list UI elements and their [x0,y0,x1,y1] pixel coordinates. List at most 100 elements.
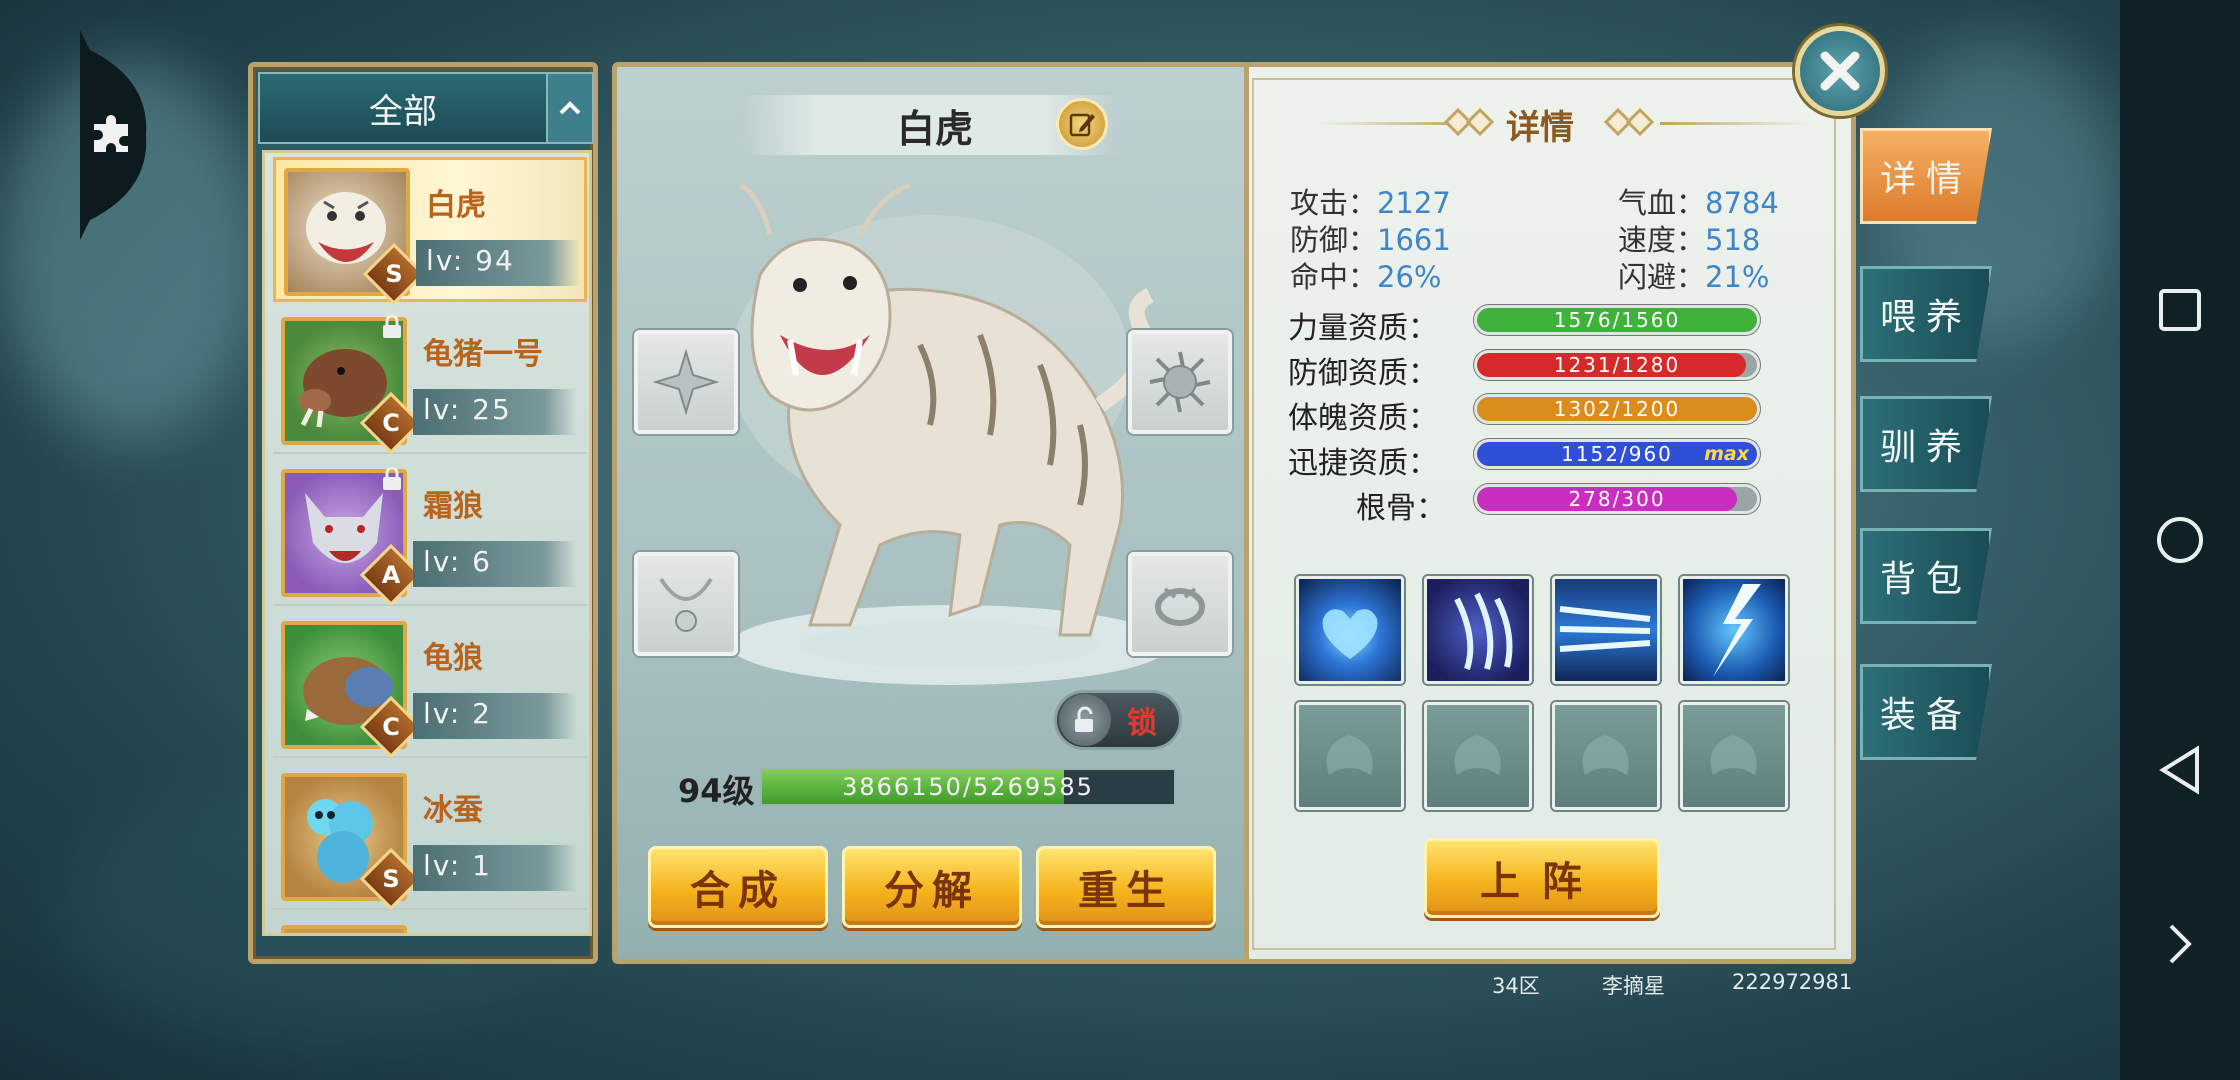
pet-level: lv: 2 [423,697,492,730]
pet-avatar [281,925,407,933]
aptitude-bar: 278/300 [1474,484,1760,514]
aptitude-label: 迅捷资质： [1288,446,1438,481]
lock-toggle[interactable]: 锁 [1054,690,1182,750]
stat-defense: 防御：1661 [1290,223,1451,257]
expand-button[interactable] [2120,904,2240,984]
skill-slot-empty[interactable] [1680,702,1788,810]
rename-button[interactable] [1056,98,1108,150]
filter-label: 全部 [369,91,437,132]
decompose-button[interactable]: 分解 [842,846,1022,928]
equip-slot-armor[interactable] [1128,330,1232,434]
aptitude-bar: 1302/1200 [1474,394,1760,424]
equip-slot-necklace[interactable] [634,552,738,656]
pet-list-item[interactable]: S 冰蚕 lv: 1 [273,765,587,911]
max-tag: max [1704,443,1749,465]
title-ornament [1660,122,1810,125]
pet-list-item[interactable]: A 霜狼 lv: 6 [273,461,587,607]
tab-details[interactable]: 详情 [1860,128,1992,224]
pet-name: 龟猪一号 [423,337,543,372]
tab-tame[interactable]: 驯养 [1860,396,1992,492]
empty-slot-emblem-icon [1710,735,1757,775]
aptitude-bar: 1231/1280 [1474,350,1760,380]
bracelet-icon [1155,587,1205,626]
close-button[interactable] [1795,26,1885,116]
pet-list-item[interactable]: C 龟猪一号 lv: 25 [273,309,587,455]
equip-slot-ring[interactable] [1128,552,1232,656]
rebirth-button[interactable]: 重生 [1036,846,1216,928]
exp-bar: 3866150/5269585 [760,768,1176,806]
aptitude-label: 体魄资质： [1288,401,1438,436]
skill-slot-empty[interactable] [1296,702,1404,810]
aptitude-value: 1231/1280 [1553,353,1681,377]
lock-label: 锁 [1127,706,1157,741]
speed-skill-icon [1559,606,1651,652]
compose-button[interactable]: 合成 [648,846,828,928]
chevron-up-icon[interactable] [546,74,592,142]
pet-level: lv: 94 [426,244,515,277]
empty-slot-emblem-icon [1326,735,1373,775]
server-label: 34区 [1492,974,1540,998]
pet-name: 冰蚕 [423,793,483,828]
pet-level: lv: 1 [423,849,492,882]
pet-name: 龟狼 [423,641,483,676]
pet-name: 白虎 [426,188,486,223]
stat-hp: 气血：8784 [1618,186,1779,220]
back-button[interactable] [2120,730,2240,810]
aptitude-value: 1576/1560 [1553,308,1681,332]
empty-slot-emblem-icon [1582,735,1629,775]
unlock-icon [1059,694,1111,746]
lock-icon [383,467,401,490]
triangle-back-icon [2159,745,2199,795]
claw-skill-icon [1454,592,1513,670]
tab-bag[interactable]: 背包 [1860,528,1992,624]
white-tiger-model [730,182,1170,685]
aptitude-label: 力量资质： [1288,311,1438,346]
player-name: 李摘星 [1602,974,1665,998]
puzzle-tab[interactable] [80,30,150,240]
skill-slot[interactable] [1552,576,1660,684]
water-heart-skill-icon [1322,609,1378,659]
skill-slot[interactable] [1424,576,1532,684]
skill-slot[interactable] [1680,576,1788,684]
aptitude-label: 防御资质： [1288,356,1438,391]
pet-list-item[interactable]: S 白虎 lv: 94 [273,157,587,306]
equip-slot-weapon[interactable] [634,330,738,434]
player-id: 222972981 [1732,970,1853,994]
pet-list-item-partial[interactable] [273,917,587,933]
skill-slot-empty[interactable] [1424,702,1532,810]
pet-model-stage [660,165,1200,705]
pet-list-item[interactable]: C 龟狼 lv: 2 [273,613,587,759]
necklace-icon [659,577,713,632]
pet-name: 霜狼 [423,489,483,524]
pet-level: lv: 25 [423,393,512,426]
stat-speed: 速度：518 [1618,223,1761,257]
tab-feed[interactable]: 喂养 [1860,266,1992,362]
aptitude-value: 1302/1200 [1553,397,1681,421]
aptitude-value: 278/300 [1568,487,1666,511]
stat-attack: 攻击：2127 [1290,186,1451,220]
pet-level: lv: 6 [423,545,492,578]
pet-level-label: 94级 [678,772,755,810]
detail-title: 详情 [1506,108,1574,148]
home-button[interactable] [2120,500,2240,580]
deploy-button[interactable]: 上阵 [1424,838,1660,918]
pencil-icon [1069,113,1095,137]
system-nav-bar [2120,0,2240,1080]
square-icon [2159,289,2201,331]
tab-equipment[interactable]: 装备 [1860,664,1992,760]
recents-button[interactable] [2120,270,2240,350]
stat-hit: 命中：26% [1290,260,1442,294]
empty-slot-emblem-icon [1454,735,1501,775]
pet-title: 白虎 [896,107,973,151]
aptitude-bar: 1152/960 max [1474,439,1760,469]
chevron-right-icon [2169,924,2192,964]
circle-icon [2157,517,2203,563]
skill-slot-empty[interactable] [1552,702,1660,810]
stat-dodge: 闪避：21% [1618,260,1770,294]
pet-list[interactable]: S 白虎 lv: 94 C 龟猪一号 lv: 25 A 霜狼 lv: 6 C 龟… [262,150,592,936]
spiked-ball-icon [1149,351,1211,413]
skill-slot[interactable] [1296,576,1404,684]
exp-text: 3866150/5269585 [842,773,1094,801]
pet-list-filter[interactable]: 全部 [258,72,594,144]
aptitude-label: 根骨： [1356,491,1446,526]
